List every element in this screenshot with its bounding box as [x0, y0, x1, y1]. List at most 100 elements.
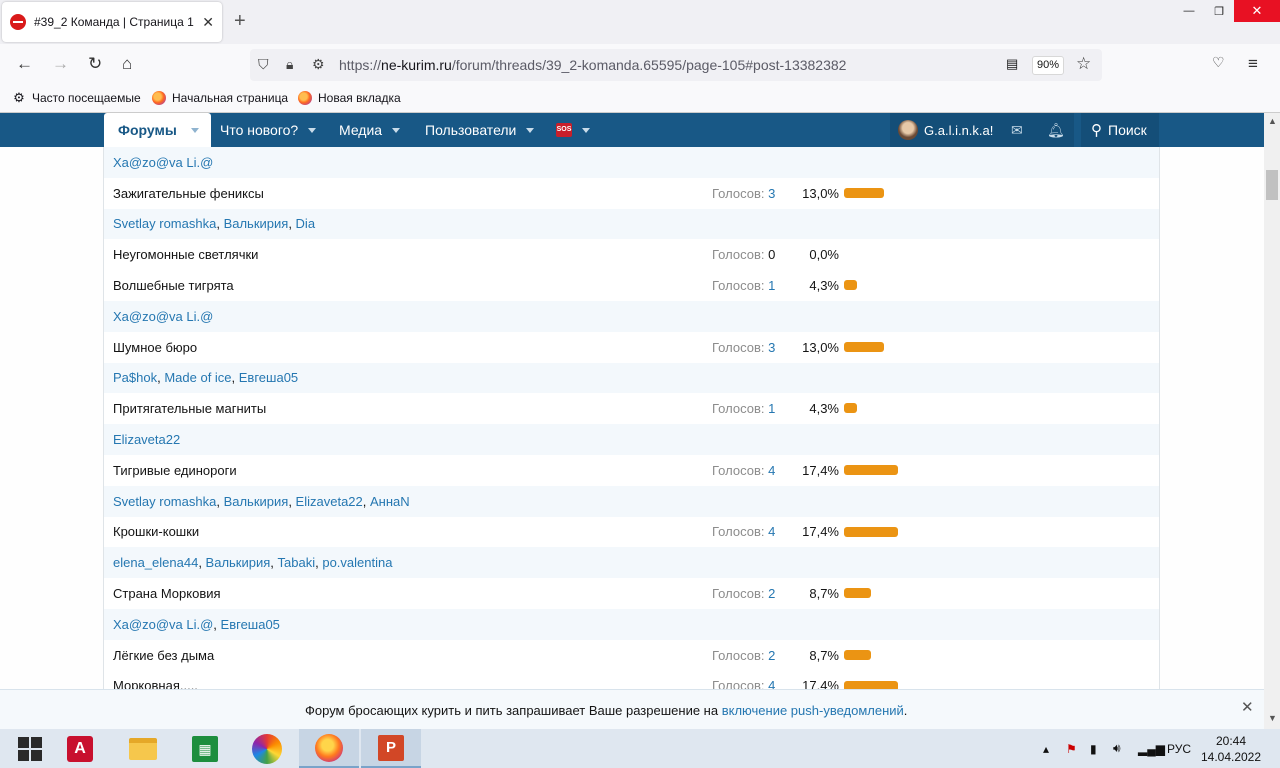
inbox-icon[interactable]: ✉ — [1011, 122, 1023, 139]
tray-overflow-icon[interactable]: ▴ — [1043, 729, 1049, 768]
reader-view-icon[interactable]: ▤ — [1006, 56, 1018, 72]
minimize-icon[interactable]: — — [1174, 0, 1204, 22]
browser-tab[interactable]: #39_2 Команда | Страница 105 ✕ — [2, 2, 222, 42]
vote-count-link[interactable]: 3 — [768, 186, 775, 201]
user-menu[interactable]: G.a.l.i.n.k.a! — [898, 113, 993, 147]
nav-sos[interactable]: SOS — [556, 113, 590, 147]
scroll-up-icon[interactable]: ▲ — [1268, 116, 1277, 126]
voter-link[interactable]: Pa$hok — [113, 370, 157, 385]
scroll-down-icon[interactable]: ▼ — [1268, 713, 1277, 723]
voter-link[interactable]: Tabaki — [278, 555, 316, 570]
bell-icon[interactable]: 🔔︎ — [1047, 122, 1065, 139]
taskbar-acrobat[interactable]: A — [50, 729, 110, 768]
voter-link[interactable]: Евгеша05 — [239, 370, 298, 385]
vote-count-link[interactable]: 1 — [768, 278, 775, 293]
voter-link[interactable]: Xa@zo@va Li.@ — [113, 309, 213, 324]
voter-link[interactable]: Elizaveta22 — [296, 494, 363, 509]
reload-icon[interactable]: ↻ — [88, 54, 102, 74]
chevron-down-icon[interactable] — [526, 127, 535, 133]
taskbar-firefox[interactable] — [299, 729, 359, 768]
voter-link[interactable]: Dia — [296, 216, 316, 231]
vote-count-link[interactable]: 2 — [768, 586, 775, 601]
nav-forums[interactable]: Форумы — [104, 113, 211, 147]
voter-link[interactable]: Валькирия — [224, 216, 289, 231]
voter-link[interactable]: elena_elena44 — [113, 555, 198, 570]
bookmark-most-visited[interactable]: ⚙ Часто посещаемые — [12, 91, 140, 106]
menu-icon[interactable]: ≡ — [1248, 54, 1258, 74]
firefox-icon — [315, 733, 343, 762]
voter-link[interactable]: АннаN — [370, 494, 410, 509]
close-tab-icon[interactable]: ✕ — [202, 14, 214, 31]
bookmark-star-icon[interactable]: ☆ — [1076, 54, 1091, 74]
voter-link[interactable]: Xa@zo@va Li.@ — [113, 155, 213, 170]
voter-link[interactable]: Валькирия — [206, 555, 271, 570]
clock[interactable]: 20:44 14.04.2022 — [1196, 733, 1266, 765]
poll-option-label: Неугомонные светлячки — [113, 247, 259, 263]
chevron-down-icon[interactable] — [582, 127, 590, 133]
battery-icon[interactable]: ▮ — [1090, 729, 1097, 768]
poll-option-label: Волшебные тигрята — [113, 278, 234, 294]
voter-link[interactable]: Евгеша05 — [221, 617, 280, 632]
bookmark-new-tab[interactable]: Новая вкладка — [298, 91, 401, 105]
tab-title: #39_2 Команда | Страница 105 — [34, 15, 194, 29]
search-button[interactable]: ⚲ Поиск — [1081, 113, 1159, 147]
back-icon[interactable]: ← — [16, 54, 33, 74]
taskbar-explorer[interactable] — [113, 729, 173, 768]
nav-whats-new[interactable]: Что нового? — [220, 113, 317, 147]
vote-percent: 4,3% — [809, 278, 839, 294]
poll-voters-row: elena_elena44, Валькирия, Tabaki, po.val… — [104, 547, 1159, 579]
network-warning-icon[interactable]: ⚑ — [1066, 729, 1077, 768]
poll-option-row: Притягательные магниты Голосов: 1 4,3% — [104, 393, 1159, 425]
close-window-icon[interactable]: ✕ — [1234, 0, 1280, 22]
pocket-icon[interactable]: ♡ — [1212, 54, 1225, 71]
voter-link[interactable]: Made of ice — [164, 370, 231, 385]
vote-count-link[interactable]: 2 — [768, 648, 775, 663]
scrollbar[interactable]: ▲ — [1264, 113, 1280, 689]
close-icon[interactable]: ✕ — [1241, 698, 1254, 716]
poll-option-label: Крошки-кошки — [113, 524, 200, 540]
forward-icon[interactable]: → — [52, 54, 69, 74]
voter-link[interactable]: Svetlay romashka — [113, 216, 216, 231]
chevron-down-icon[interactable] — [190, 127, 199, 133]
poll-option-label: Тигривые единороги — [113, 462, 237, 478]
vote-bar — [844, 588, 871, 599]
enable-push-link[interactable]: включение push-уведомлений — [722, 703, 904, 718]
vote-count-link[interactable]: 1 — [768, 401, 775, 416]
taskbar-color-app[interactable] — [237, 729, 297, 768]
nav-users[interactable]: Пользователи — [425, 113, 535, 147]
vote-count-link[interactable]: 4 — [768, 678, 775, 689]
restore-icon[interactable]: ❐ — [1204, 0, 1234, 22]
address-bar[interactable]: ⛉ 🔒︎ ⚙ https://ne-kurim.ru/forum/threads… — [250, 49, 1102, 81]
voter-list: Xa@zo@va Li.@, Евгеша05 — [113, 616, 280, 632]
voter-link[interactable]: po.valentina — [322, 555, 392, 570]
vote-bar — [844, 649, 871, 660]
shield-icon[interactable]: ⛉ — [258, 56, 269, 73]
volume-icon[interactable]: 🔊︎ — [1113, 729, 1121, 768]
zoom-level[interactable]: 90% — [1032, 56, 1064, 75]
voter-list: Elizaveta22 — [113, 432, 180, 447]
bookmark-start-page[interactable]: Начальная страница — [152, 91, 288, 105]
poll-voters-row: Svetlay romashka, Валькирия, Elizaveta22… — [104, 485, 1159, 517]
poll-option-label: Шумное бюро — [113, 339, 198, 355]
taskbar-powerpoint[interactable]: P — [361, 729, 421, 768]
voter-link[interactable]: Валькирия — [224, 494, 289, 509]
voter-link[interactable]: Xa@zo@va Li.@ — [113, 617, 213, 632]
voter-link[interactable]: Elizaveta22 — [113, 432, 180, 447]
lock-icon[interactable]: 🔒︎ — [286, 56, 293, 73]
new-tab-icon[interactable]: + — [234, 10, 246, 33]
nav-media[interactable]: Медиа — [339, 113, 401, 147]
vote-count-link[interactable]: 4 — [768, 524, 775, 539]
taskbar-excel[interactable]: ▦ — [175, 729, 235, 768]
permissions-icon[interactable]: ⚙ — [312, 56, 325, 73]
vote-count-link[interactable]: 3 — [768, 340, 775, 355]
home-icon[interactable]: ⌂ — [122, 54, 132, 74]
scrollbar-thumb[interactable] — [1266, 170, 1278, 200]
language-indicator[interactable]: РУС — [1167, 729, 1191, 768]
poll-results: Xa@zo@va Li.@ Зажигательные фениксы Голосо… — [103, 147, 1160, 689]
search-icon: ⚲ — [1091, 122, 1102, 139]
chevron-down-icon[interactable] — [392, 127, 401, 133]
signal-icon[interactable]: ▂▄▆ — [1138, 729, 1165, 768]
chevron-down-icon[interactable] — [308, 127, 317, 133]
voter-link[interactable]: Svetlay romashka — [113, 494, 216, 509]
vote-count-link[interactable]: 4 — [768, 463, 775, 478]
